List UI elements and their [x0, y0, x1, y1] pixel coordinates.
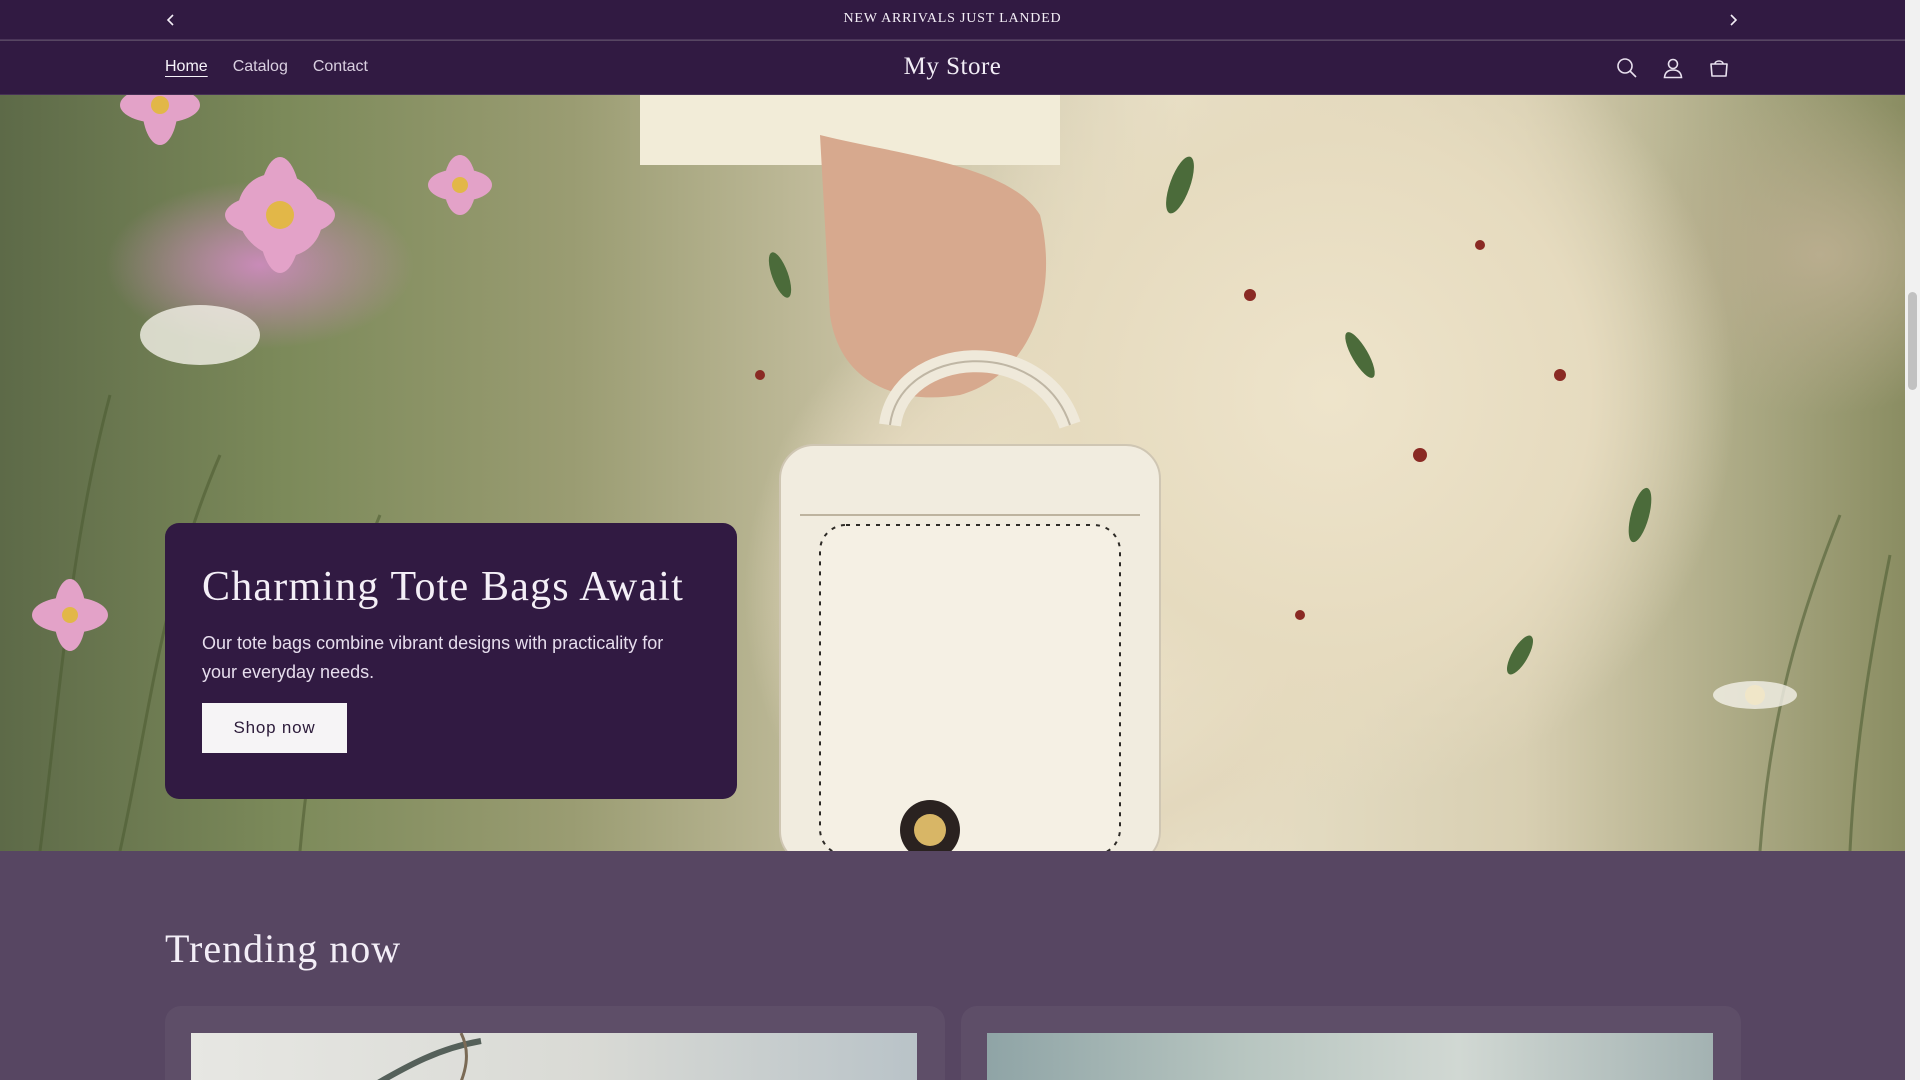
hero-heading: Charming Tote Bags Await — [202, 564, 685, 610]
hero-banner: Charming Tote Bags Await Our tote bags c… — [0, 95, 1905, 851]
product-card[interactable] — [961, 1006, 1741, 1080]
announcement-next-button[interactable] — [1721, 8, 1745, 32]
search-icon — [1617, 58, 1637, 78]
scrollbar-thumb[interactable] — [1908, 292, 1917, 390]
search-button[interactable] — [1614, 55, 1640, 81]
page-scrollbar[interactable] — [1905, 0, 1920, 1080]
shop-now-button[interactable]: Shop now — [202, 703, 347, 753]
announcement-text: NEW ARRIVALS JUST LANDED — [843, 11, 1062, 26]
account-button[interactable] — [1660, 55, 1686, 81]
chevron-right-icon — [1730, 14, 1738, 26]
cart-icon — [1710, 60, 1728, 77]
store-page: NEW ARRIVALS JUST LANDED Home Catalog Co… — [0, 0, 1905, 1080]
announcement-bar: NEW ARRIVALS JUST LANDED — [0, 0, 1905, 40]
product-image — [987, 1033, 1713, 1080]
trending-title: Trending now — [165, 926, 402, 971]
cart-button[interactable] — [1706, 55, 1732, 81]
product-image — [191, 1033, 917, 1080]
header-icons — [1614, 55, 1732, 81]
site-header: Home Catalog Contact My Store — [0, 41, 1905, 95]
account-icon — [1663, 58, 1683, 79]
hero-content-card: Charming Tote Bags Await Our tote bags c… — [165, 523, 737, 799]
hero-text: Our tote bags combine vibrant designs wi… — [202, 633, 664, 682]
product-card[interactable] — [165, 1006, 945, 1080]
